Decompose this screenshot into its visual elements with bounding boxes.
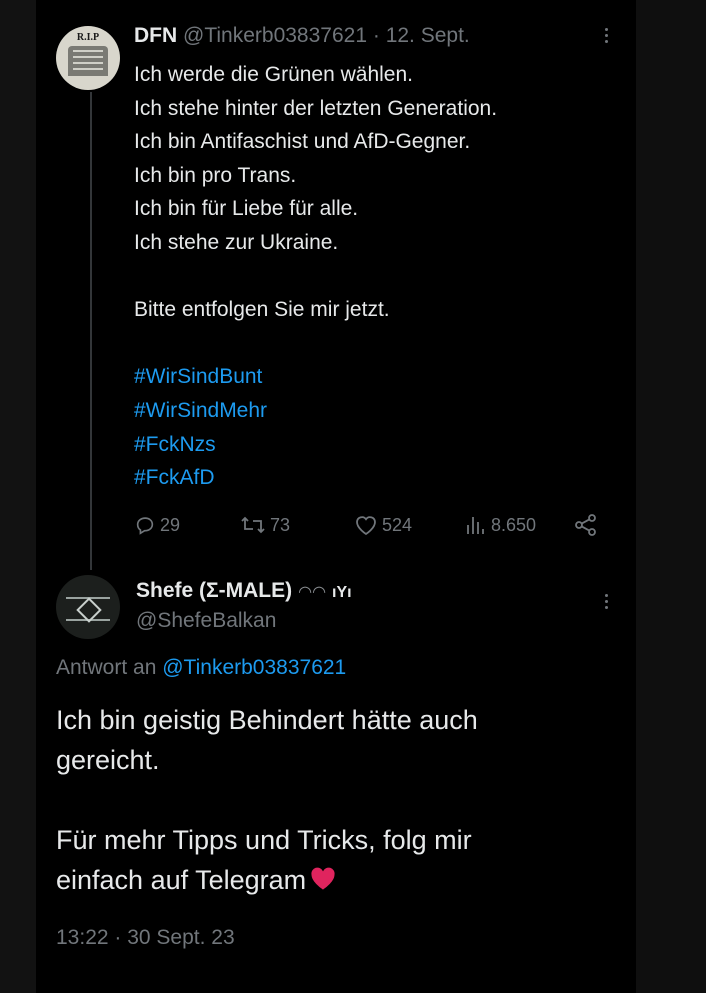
avatar[interactable]: R.I.P (56, 26, 120, 90)
hashtag-link[interactable]: #WirSindBunt (134, 360, 624, 394)
display-name-text: Shefe (Σ-MALE) (136, 579, 293, 602)
views-icon (467, 517, 484, 534)
tweet-line: Ich bin geistig Behindert hätte auch (56, 705, 478, 735)
retweet-icon (241, 516, 265, 534)
more-options-icon[interactable] (605, 594, 609, 609)
views-button[interactable]: 8.650 (465, 514, 536, 536)
tweet-text: Ich bin geistig Behindert hätte auch ger… (56, 700, 616, 900)
retweet-count: 73 (270, 514, 291, 535)
header-separator: · (372, 24, 380, 47)
tweet-timestamp[interactable]: 13:22 · 30 Sept. 23 (56, 926, 235, 950)
avatar-rip-text: R.I.P (76, 32, 100, 43)
tweet-line: Ich bin für Liebe für alle. (134, 197, 359, 221)
tweet-line: Ich stehe zur Ukraine. (134, 230, 339, 254)
tweet-text: Ich werde die Grünen wählen. Ich stehe h… (134, 58, 624, 495)
views-count: 8.650 (491, 514, 537, 535)
like-count: 524 (382, 514, 413, 535)
reply-count: 29 (160, 514, 181, 535)
gravestone-icon (68, 46, 108, 76)
retweet-button[interactable]: 73 (240, 514, 290, 536)
share-icon (575, 514, 596, 536)
display-name[interactable]: DFN (134, 24, 177, 47)
hashtag-link[interactable]: #WirSindMehr (134, 394, 624, 428)
tweet-closing-line: Bitte entfolgen Sie mir jetzt. (134, 298, 390, 322)
reply-prefix: Antwort an (56, 656, 157, 679)
tweet-line-with-emoji: einfach auf Telegram (56, 860, 616, 900)
tweet-line: Ich bin pro Trans. (134, 163, 297, 187)
tweet-action-bar: 29 73 524 8.650 (134, 510, 614, 540)
reply-icon (136, 517, 154, 535)
reply-mention-link[interactable]: @Tinkerb03837621 (162, 656, 346, 679)
like-icon (356, 516, 376, 536)
user-handle[interactable]: @ShefeBalkan (136, 609, 276, 633)
tweet-line: gereicht. (56, 745, 160, 775)
tweet-line: Ich werde die Grünen wählen. (134, 63, 413, 86)
share-button[interactable] (574, 514, 598, 536)
avatar-logo-icon (66, 597, 110, 621)
user-handle[interactable]: @Tinkerb03837621 (183, 24, 367, 47)
thread-connector-line (90, 92, 92, 570)
hashtag-link[interactable]: #FckAfD (134, 461, 624, 495)
flag-symbol: ıYı (332, 584, 352, 601)
tweet-header: DFN @Tinkerb03837621 · 12. Sept. (134, 24, 470, 48)
tweet-line: Ich stehe hinter der letzten Generation. (134, 96, 498, 120)
tweet-date[interactable]: 12. Sept. (386, 24, 470, 47)
tweet-line: Ich bin Antifaschist und AfD-Gegner. (134, 130, 471, 154)
tweet-line: Für mehr Tipps und Tricks, folg mir (56, 825, 472, 855)
more-options-icon[interactable] (605, 28, 609, 43)
display-name[interactable]: Shefe (Σ-MALE) ◠◠ ıYı (136, 579, 352, 603)
reply-context: Antwort an @Tinkerb03837621 (56, 656, 346, 680)
like-button[interactable]: 524 (354, 514, 412, 536)
hashtag-link[interactable]: #FckNzs (134, 428, 624, 462)
avatar[interactable] (56, 575, 120, 639)
name-suffix-symbol: ◠◠ (298, 584, 327, 601)
tweet-line: einfach auf Telegram (56, 865, 307, 895)
red-heart-icon (311, 867, 335, 890)
reply-button[interactable]: 29 (134, 514, 180, 536)
background-strip (636, 0, 706, 993)
